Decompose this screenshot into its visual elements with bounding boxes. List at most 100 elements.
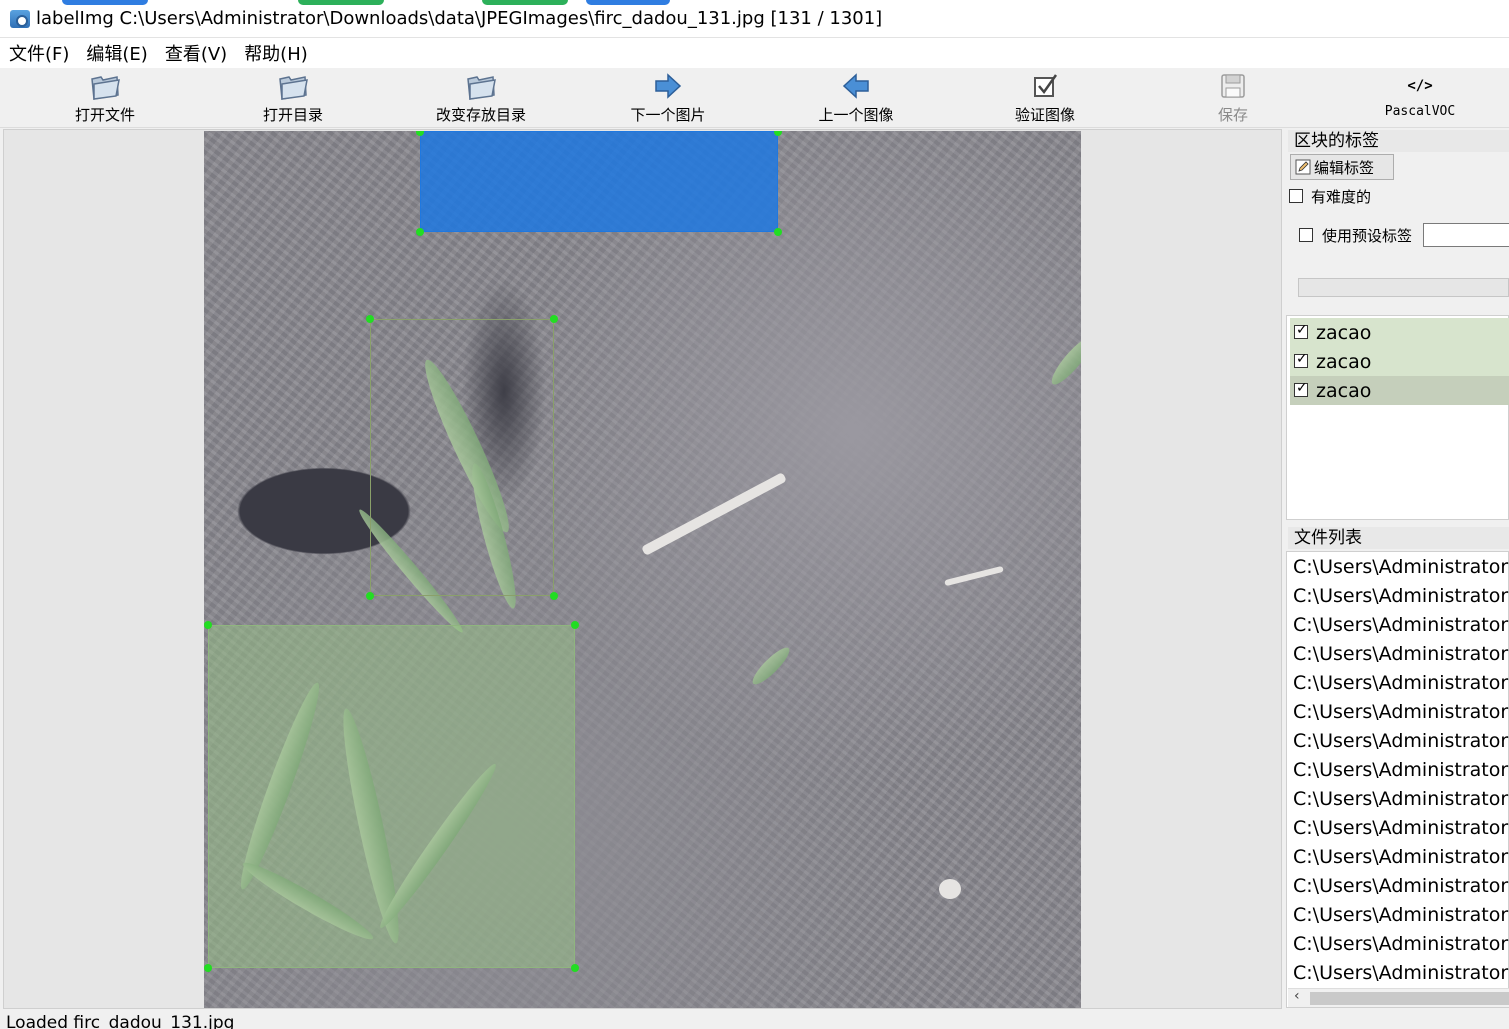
- scroll-left-icon[interactable]: ‹: [1294, 988, 1300, 1004]
- floppy-disk-icon: [1219, 70, 1247, 102]
- toolbar: 打开文件 打开目录 改变存放目录 下一个图片 上一个图像 验证图像 保存 </>…: [0, 68, 1509, 128]
- file-list-item[interactable]: C:\Users\Administrator: [1293, 930, 1509, 959]
- title-accent: [298, 0, 384, 5]
- photo: [204, 131, 1081, 1008]
- menu-bar: 文件(F) 编辑(E) 查看(V) 帮助(H): [0, 38, 1509, 68]
- bbox-handle[interactable]: [366, 315, 374, 323]
- save-button[interactable]: 保存: [1163, 70, 1303, 126]
- file-list-item[interactable]: C:\Users\Administrator: [1293, 669, 1509, 698]
- menu-edit[interactable]: 编辑(E): [77, 40, 155, 66]
- open-dir-label: 打开目录: [262, 106, 323, 124]
- window-title: labelImg C:\Users\Administrator\Download…: [36, 8, 883, 29]
- file-list-item[interactable]: C:\Users\Administrator: [1293, 814, 1509, 843]
- folder-icon: [277, 70, 309, 102]
- arrow-right-icon: [653, 70, 683, 102]
- file-list-item[interactable]: C:\Users\Administrator: [1293, 582, 1509, 611]
- open-file-label: 打开文件: [74, 106, 135, 124]
- bbox-zacao-selected[interactable]: [420, 131, 778, 232]
- image-canvas[interactable]: [3, 129, 1282, 1009]
- difficult-label: 有难度的: [1311, 188, 1372, 206]
- file-list-item[interactable]: C:\Users\Administrator: [1293, 756, 1509, 785]
- label-name: zacao: [1316, 321, 1372, 344]
- stick: [944, 565, 1004, 587]
- bbox-handle[interactable]: [550, 592, 558, 600]
- menu-help[interactable]: 帮助(H): [235, 40, 316, 66]
- change-save-dir-label: 改变存放目录: [435, 106, 526, 124]
- edit-label-text: 编辑标签: [1314, 158, 1375, 177]
- save-label: 保存: [1217, 106, 1248, 124]
- folder-icon: [465, 70, 497, 102]
- file-list-item[interactable]: C:\Users\Administrator: [1293, 872, 1509, 901]
- use-default-label-label: 使用预设标签: [1322, 227, 1413, 245]
- label-name: zacao: [1316, 379, 1372, 402]
- file-list-item[interactable]: C:\Users\Administrator: [1293, 901, 1509, 930]
- app-icon: [10, 9, 30, 28]
- weed-blade: [232, 678, 328, 894]
- title-accent: [482, 0, 568, 5]
- bbox-zacao[interactable]: [370, 319, 554, 596]
- title-bar: labelImg C:\Users\Administrator\Download…: [0, 0, 1509, 38]
- change-save-dir-button[interactable]: 改变存放目录: [411, 70, 551, 126]
- menu-view[interactable]: 查看(V): [156, 40, 235, 66]
- label-name: zacao: [1316, 350, 1372, 373]
- edit-label-button[interactable]: 编辑标签: [1290, 154, 1394, 180]
- label-list-item[interactable]: zacao: [1290, 376, 1509, 405]
- code-icon: </>: [1407, 78, 1433, 94]
- label-visible-checkbox[interactable]: [1294, 322, 1308, 339]
- verify-image-button[interactable]: 验证图像: [975, 70, 1115, 126]
- next-image-label: 下一个图片: [630, 106, 706, 124]
- format-label: PascalVOC: [1384, 104, 1456, 119]
- bbox-handle[interactable]: [204, 621, 212, 629]
- bbox-handle[interactable]: [366, 592, 374, 600]
- stick: [641, 472, 787, 556]
- scrollbar-thumb[interactable]: [1310, 992, 1509, 1005]
- bbox-handle[interactable]: [416, 228, 424, 236]
- bbox-handle[interactable]: [571, 621, 579, 629]
- file-list-scrollbar[interactable]: ‹: [1288, 988, 1509, 1007]
- next-image-button[interactable]: 下一个图片: [598, 70, 738, 126]
- folder-icon: [89, 70, 121, 102]
- status-bar: Loaded firc_dadou_131.jpg: [6, 1013, 235, 1029]
- bbox-zacao[interactable]: [208, 625, 575, 968]
- bbox-handle[interactable]: [774, 131, 782, 136]
- weed-blade: [238, 855, 378, 947]
- file-list-item[interactable]: C:\Users\Administrator: [1293, 727, 1509, 756]
- file-list-item[interactable]: C:\Users\Administrator: [1293, 611, 1509, 640]
- use-default-label-checkbox[interactable]: [1299, 228, 1313, 242]
- weed-blade: [373, 758, 503, 934]
- menu-file[interactable]: 文件(F): [0, 40, 77, 66]
- file-list-item[interactable]: C:\Users\Administrator: [1293, 640, 1509, 669]
- label-list-item[interactable]: zacao: [1290, 347, 1509, 376]
- file-list-item[interactable]: C:\Users\Administrator: [1293, 785, 1509, 814]
- pebble: [939, 879, 961, 899]
- file-panel-title: 文件列表: [1288, 527, 1509, 549]
- bbox-handle[interactable]: [571, 964, 579, 972]
- title-accent: [586, 0, 670, 5]
- format-button[interactable]: </> PascalVOC: [1350, 70, 1490, 126]
- label-panel-title: 区块的标签: [1288, 130, 1509, 152]
- weed-blade: [748, 643, 794, 689]
- open-dir-button[interactable]: 打开目录: [223, 70, 363, 126]
- bbox-handle[interactable]: [774, 228, 782, 236]
- bbox-handle[interactable]: [550, 315, 558, 323]
- default-label-input[interactable]: [1423, 223, 1509, 247]
- file-list-item[interactable]: C:\Users\Administrator: [1293, 843, 1509, 872]
- file-list-item[interactable]: C:\Users\Administrator: [1293, 698, 1509, 727]
- edit-icon: [1295, 159, 1311, 175]
- bbox-handle[interactable]: [204, 964, 212, 972]
- prev-image-label: 上一个图像: [818, 106, 894, 124]
- check-box-icon: [1031, 70, 1059, 102]
- file-list-item[interactable]: C:\Users\Administrator: [1293, 553, 1509, 582]
- label-visible-checkbox[interactable]: [1294, 351, 1308, 368]
- difficult-checkbox[interactable]: [1289, 189, 1303, 203]
- arrow-left-icon: [841, 70, 871, 102]
- file-list-item[interactable]: C:\Users\Administrator: [1293, 959, 1509, 988]
- prev-image-button[interactable]: 上一个图像: [786, 70, 926, 126]
- label-combo[interactable]: [1298, 278, 1509, 297]
- label-list-item[interactable]: zacao: [1290, 318, 1509, 347]
- weed-blade: [1046, 332, 1081, 390]
- open-file-button[interactable]: 打开文件: [35, 70, 175, 126]
- verify-image-label: 验证图像: [1014, 106, 1075, 124]
- label-visible-checkbox[interactable]: [1294, 380, 1308, 397]
- title-accent: [62, 0, 148, 5]
